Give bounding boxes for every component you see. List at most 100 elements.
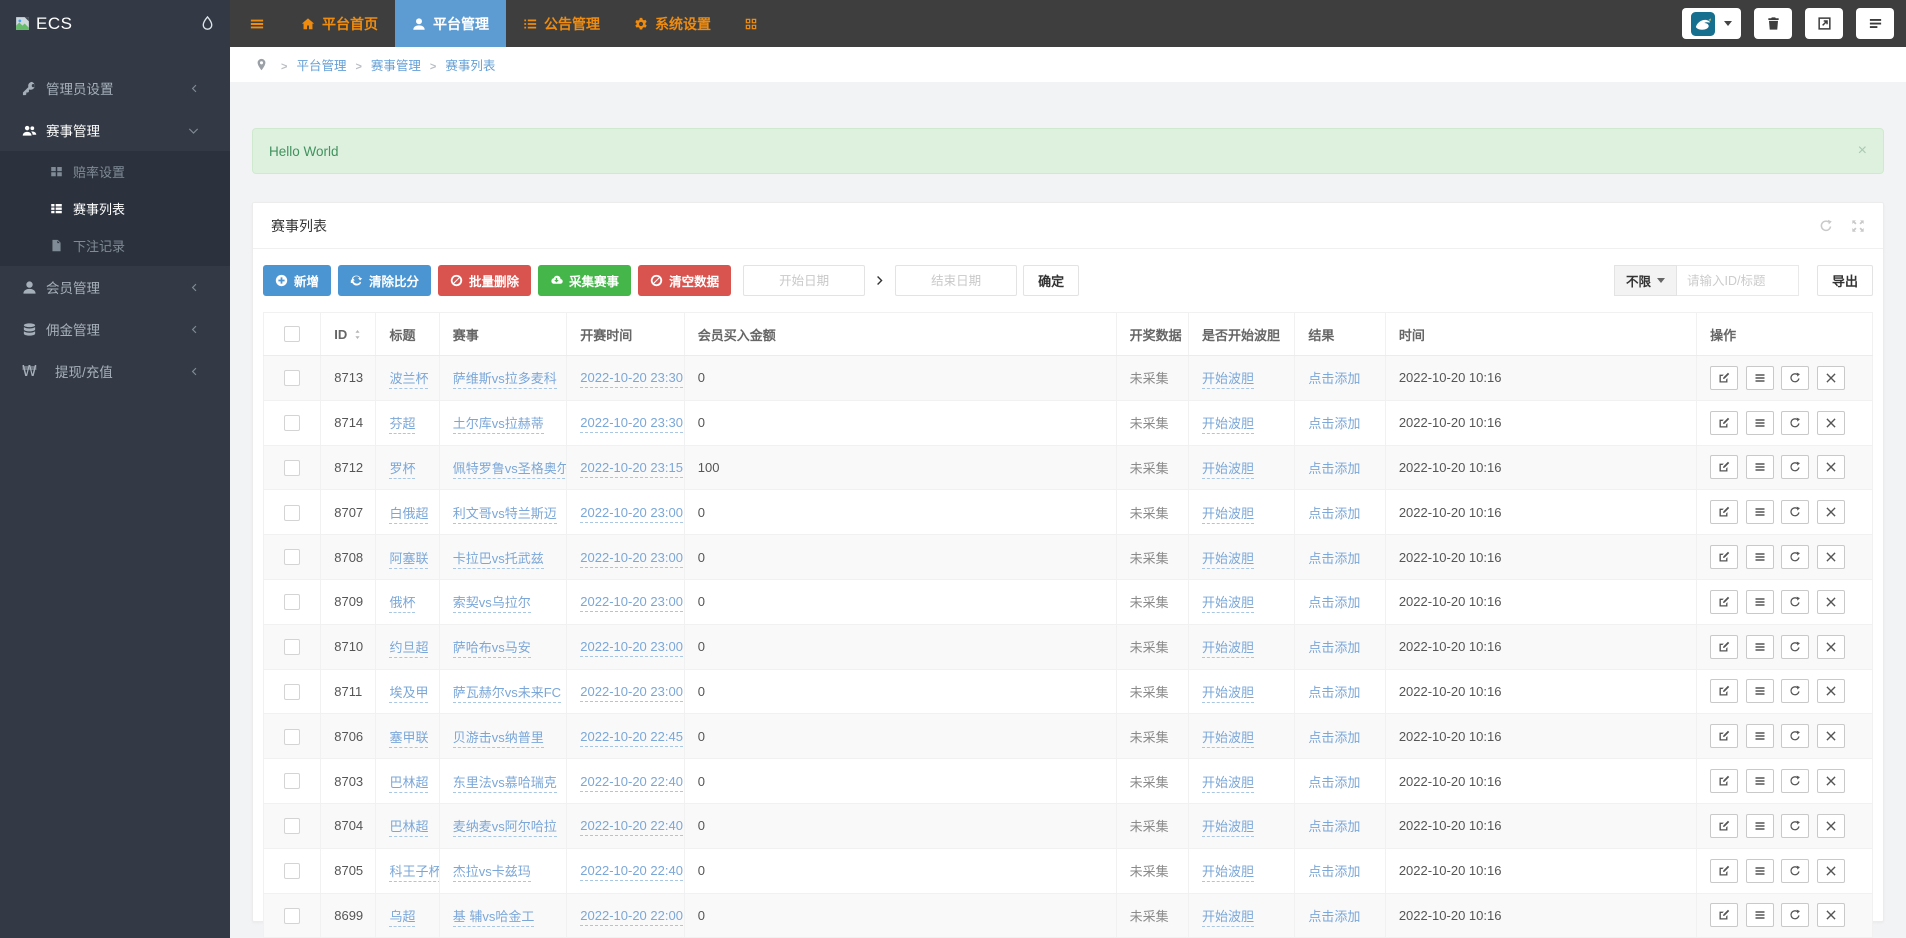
detail-list-button[interactable] bbox=[1746, 724, 1774, 748]
match-link[interactable]: 萨维斯vs拉多麦科 bbox=[453, 371, 557, 389]
edit-button[interactable] bbox=[1710, 769, 1738, 793]
result-link[interactable]: 点击添加 bbox=[1308, 864, 1360, 879]
collect-matches-button[interactable]: 采集赛事 bbox=[538, 265, 631, 296]
wave-link[interactable]: 开始波胆 bbox=[1202, 640, 1254, 658]
detail-list-button[interactable] bbox=[1746, 814, 1774, 838]
refresh-row-button[interactable] bbox=[1781, 411, 1809, 435]
col-header-0[interactable]: ID bbox=[321, 313, 376, 356]
refresh-row-button[interactable] bbox=[1781, 859, 1809, 883]
detail-list-button[interactable] bbox=[1746, 635, 1774, 659]
alert-close-button[interactable]: × bbox=[1858, 142, 1867, 160]
detail-list-button[interactable] bbox=[1746, 545, 1774, 569]
edit-button[interactable] bbox=[1710, 500, 1738, 524]
wave-link[interactable]: 开始波胆 bbox=[1202, 909, 1254, 927]
delete-row-button[interactable] bbox=[1817, 411, 1845, 435]
title-link[interactable]: 约旦超 bbox=[389, 640, 428, 658]
row-checkbox[interactable] bbox=[284, 773, 300, 789]
match-link[interactable]: 贝游击vs纳普里 bbox=[453, 730, 544, 748]
match-link[interactable]: 萨哈布vs马安 bbox=[453, 640, 531, 658]
row-checkbox[interactable] bbox=[284, 639, 300, 655]
refresh-panel-icon[interactable] bbox=[1819, 219, 1833, 233]
refresh-row-button[interactable] bbox=[1781, 903, 1809, 927]
row-checkbox[interactable] bbox=[284, 908, 300, 924]
result-link[interactable]: 点击添加 bbox=[1308, 819, 1360, 834]
refresh-row-button[interactable] bbox=[1781, 455, 1809, 479]
delete-row-button[interactable] bbox=[1817, 769, 1845, 793]
result-link[interactable]: 点击添加 bbox=[1308, 775, 1360, 790]
sidebar-item-member-manage[interactable]: 会员管理 bbox=[0, 266, 230, 308]
edit-button[interactable] bbox=[1710, 635, 1738, 659]
row-checkbox[interactable] bbox=[284, 460, 300, 476]
start-date-input[interactable] bbox=[743, 265, 865, 296]
title-link[interactable]: 阿塞联 bbox=[389, 551, 428, 569]
delete-row-button[interactable] bbox=[1817, 455, 1845, 479]
edit-button[interactable] bbox=[1710, 814, 1738, 838]
delete-row-button[interactable] bbox=[1817, 590, 1845, 614]
result-link[interactable]: 点击添加 bbox=[1308, 685, 1360, 700]
delete-row-button[interactable] bbox=[1817, 635, 1845, 659]
refresh-row-button[interactable] bbox=[1781, 724, 1809, 748]
refresh-row-button[interactable] bbox=[1781, 366, 1809, 390]
fullscreen-icon[interactable] bbox=[1851, 219, 1865, 233]
result-link[interactable]: 点击添加 bbox=[1308, 506, 1360, 521]
row-checkbox[interactable] bbox=[284, 594, 300, 610]
refresh-row-button[interactable] bbox=[1781, 769, 1809, 793]
apps-grid-button[interactable] bbox=[728, 0, 774, 47]
detail-list-button[interactable] bbox=[1746, 859, 1774, 883]
wave-link[interactable]: 开始波胆 bbox=[1202, 730, 1254, 748]
match-link[interactable]: 东里法vs慕哈瑞克 bbox=[453, 775, 557, 793]
detail-list-button[interactable] bbox=[1746, 590, 1774, 614]
match-link[interactable]: 佩特罗鲁vs圣格奥尔 bbox=[453, 461, 567, 479]
match-link[interactable]: 利文哥vs特兰斯迈 bbox=[453, 506, 557, 524]
sidebar-item-withdraw-recharge[interactable]: ₩提现/充值 bbox=[0, 350, 230, 392]
breadcrumb-link[interactable]: 赛事管理 bbox=[371, 59, 421, 73]
clear-data-button[interactable]: 清空数据 bbox=[638, 265, 731, 296]
detail-list-button[interactable] bbox=[1746, 769, 1774, 793]
wave-link[interactable]: 开始波胆 bbox=[1202, 864, 1254, 882]
match-link[interactable]: 索契vs乌拉尔 bbox=[453, 595, 531, 613]
search-input[interactable] bbox=[1677, 265, 1799, 296]
sidebar-item-match-manage[interactable]: 赛事管理 bbox=[0, 109, 230, 151]
result-link[interactable]: 点击添加 bbox=[1308, 909, 1360, 924]
delete-row-button[interactable] bbox=[1817, 545, 1845, 569]
match-link[interactable]: 卡拉巴vs托武兹 bbox=[453, 551, 544, 569]
edit-button[interactable] bbox=[1710, 545, 1738, 569]
filter-dropdown[interactable]: 不限 bbox=[1614, 265, 1677, 296]
nav-item-platform-manage[interactable]: 平台管理 bbox=[395, 0, 506, 47]
match-link[interactable]: 麦纳麦vs阿尔哈拉 bbox=[453, 819, 557, 837]
match-link[interactable]: 土尔库vs拉赫蒂 bbox=[453, 416, 544, 434]
start-time-link[interactable]: 2022-10-20 22:00 bbox=[580, 908, 683, 926]
detail-list-button[interactable] bbox=[1746, 903, 1774, 927]
start-time-link[interactable]: 2022-10-20 23:30 bbox=[580, 370, 683, 388]
title-link[interactable]: 巴林超 bbox=[389, 775, 428, 793]
title-link[interactable]: 塞甲联 bbox=[389, 730, 428, 748]
start-time-link[interactable]: 2022-10-20 23:30 bbox=[580, 415, 683, 433]
result-link[interactable]: 点击添加 bbox=[1308, 551, 1360, 566]
row-checkbox[interactable] bbox=[284, 729, 300, 745]
start-time-link[interactable]: 2022-10-20 23:15 bbox=[580, 460, 683, 478]
start-time-link[interactable]: 2022-10-20 23:00 bbox=[580, 684, 683, 702]
wave-link[interactable]: 开始波胆 bbox=[1202, 551, 1254, 569]
sidebar-subitem-bet-records[interactable]: 下注记录 bbox=[0, 227, 230, 264]
result-link[interactable]: 点击添加 bbox=[1308, 640, 1360, 655]
title-link[interactable]: 罗杯 bbox=[389, 461, 415, 479]
title-link[interactable]: 波兰杯 bbox=[389, 371, 428, 389]
start-time-link[interactable]: 2022-10-20 22:40 bbox=[580, 818, 683, 836]
export-button[interactable]: 导出 bbox=[1817, 265, 1873, 296]
wave-link[interactable]: 开始波胆 bbox=[1202, 371, 1254, 389]
refresh-row-button[interactable] bbox=[1781, 635, 1809, 659]
clear-score-button[interactable]: 清除比分 bbox=[338, 265, 431, 296]
breadcrumb-link[interactable]: 平台管理 bbox=[296, 59, 346, 73]
sort-icon[interactable] bbox=[352, 329, 363, 340]
delete-row-button[interactable] bbox=[1817, 903, 1845, 927]
edit-button[interactable] bbox=[1710, 455, 1738, 479]
match-link[interactable]: 杰拉vs卡兹玛 bbox=[453, 864, 531, 882]
start-time-link[interactable]: 2022-10-20 23:00 bbox=[580, 639, 683, 657]
sidebar-subitem-odds-settings[interactable]: 赔率设置 bbox=[0, 153, 230, 190]
start-time-link[interactable]: 2022-10-20 22:45 bbox=[580, 729, 683, 747]
edit-button[interactable] bbox=[1710, 366, 1738, 390]
detail-list-button[interactable] bbox=[1746, 455, 1774, 479]
sidebar-subitem-match-list[interactable]: 赛事列表 bbox=[0, 190, 230, 227]
clear-cache-button[interactable] bbox=[1754, 8, 1792, 39]
batch-delete-button[interactable]: 批量删除 bbox=[438, 265, 531, 296]
